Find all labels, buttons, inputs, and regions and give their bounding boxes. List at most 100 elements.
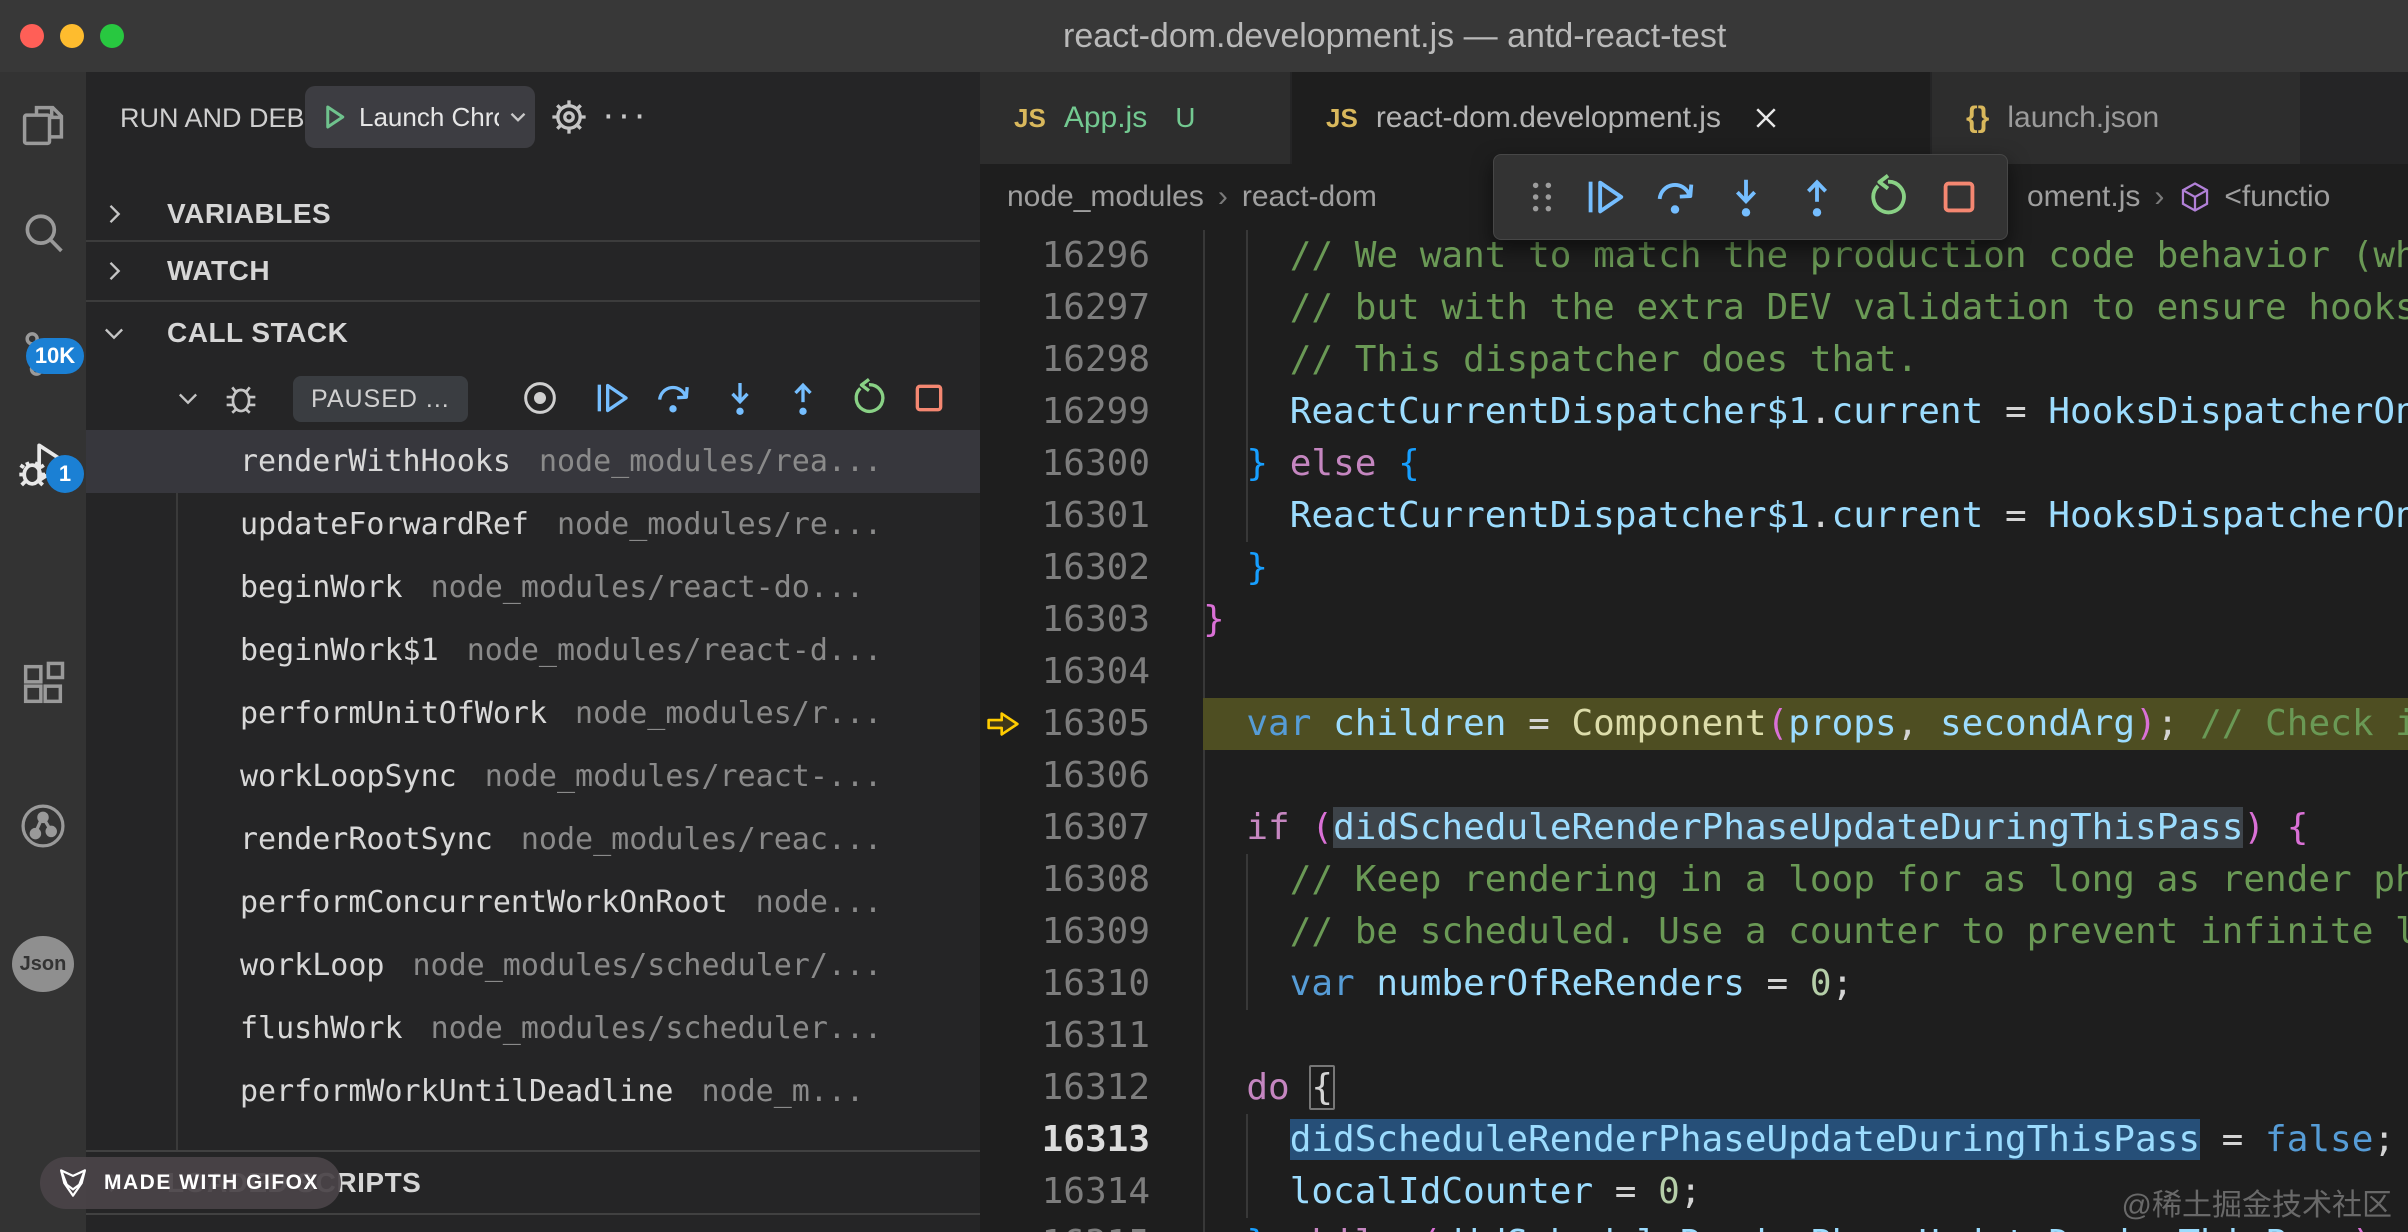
debug-toolbar: [1493, 154, 2008, 240]
code-line[interactable]: 16301ReactCurrentDispatcher$1.current = …: [980, 490, 2408, 542]
code-token: }: [1246, 1223, 1268, 1232]
search-icon[interactable]: [17, 208, 69, 260]
breadcrumb-segment[interactable]: node_modules: [1007, 180, 1204, 214]
breadcrumb-segment[interactable]: react-dom: [1242, 180, 1377, 214]
restart-icon[interactable]: [849, 378, 889, 418]
record-circle-icon[interactable]: [520, 378, 560, 418]
continue-icon[interactable]: [1581, 174, 1627, 220]
code-line[interactable]: 16298// This dispatcher does that.: [980, 334, 2408, 386]
step-into-icon[interactable]: [1723, 174, 1769, 220]
code-line[interactable]: 16309// be scheduled. Use a counter to p…: [980, 906, 2408, 958]
stack-frame[interactable]: updateForwardRefnode_modules/re...: [86, 493, 980, 556]
frame-file-path: node_modules/r...: [575, 696, 882, 731]
stack-frame[interactable]: renderRootSyncnode_modules/reac...: [86, 808, 980, 871]
git-graph-icon[interactable]: [17, 800, 69, 852]
maximize-window-button[interactable]: [100, 24, 124, 48]
code-token: ;: [1680, 1171, 1702, 1212]
stack-frame[interactable]: beginWork$1node_modules/react-d...: [86, 619, 980, 682]
code-line-text: } else {: [1203, 438, 2408, 490]
tab-app-js[interactable]: JS App.js U: [980, 72, 1290, 164]
continue-icon[interactable]: [591, 378, 631, 418]
code-token: }: [1246, 547, 1268, 588]
section-variables[interactable]: VARIABLES: [86, 188, 980, 242]
code-token: // This dispatcher does that.: [1290, 339, 1919, 380]
frame-function-name: flushWork: [240, 1011, 403, 1046]
code-token: [1355, 963, 1377, 1004]
stack-frame[interactable]: performUnitOfWorknode_modules/r...: [86, 682, 980, 745]
tab-label: launch.json: [2007, 101, 2159, 135]
code-line[interactable]: 16306: [980, 750, 2408, 802]
code-token: var: [1246, 703, 1311, 744]
restart-icon[interactable]: [1865, 174, 1911, 220]
code-token: ;: [2157, 703, 2200, 744]
json-tools-icon[interactable]: Json: [12, 936, 74, 992]
run-debug-sidebar: RUN AND DEBUG Launch Chro ··· VARIABLES: [86, 72, 980, 1232]
step-out-icon[interactable]: [1794, 174, 1840, 220]
bug-icon: [220, 376, 262, 418]
chevron-down-icon[interactable]: [505, 104, 531, 130]
section-breakpoints[interactable]: BREAKPOINTS: [86, 1213, 980, 1232]
code-line[interactable]: 16297// but with the extra DEV validatio…: [980, 282, 2408, 334]
code-token: ): [2135, 703, 2157, 744]
more-actions-icon[interactable]: ···: [602, 72, 649, 164]
line-number: 16307: [980, 802, 1150, 854]
launch-config-button[interactable]: Launch Chro: [305, 86, 535, 148]
stack-frame[interactable]: performWorkUntilDeadlinenode_m...: [86, 1060, 980, 1123]
explorer-icon[interactable]: [17, 100, 69, 152]
code-token: secondArg: [1940, 703, 2135, 744]
tab-react-dom-development-js[interactable]: JS react-dom.development.js: [1292, 72, 1930, 164]
code-line[interactable]: 16304: [980, 646, 2408, 698]
close-icon[interactable]: [1751, 103, 1781, 133]
code-line[interactable]: 16302}: [980, 542, 2408, 594]
section-call-stack[interactable]: CALL STACK: [86, 302, 980, 364]
chevron-right-icon: [100, 200, 128, 228]
section-watch[interactable]: WATCH: [86, 242, 980, 302]
step-over-icon[interactable]: [653, 378, 693, 418]
breadcrumb-segment[interactable]: oment.js: [2027, 180, 2140, 214]
code-line[interactable]: 16299ReactCurrentDispatcher$1.current = …: [980, 386, 2408, 438]
code-line[interactable]: 16300 } else {: [980, 438, 2408, 490]
stack-frame[interactable]: performConcurrentWorkOnRootnode...: [86, 871, 980, 934]
code-token: ,: [1897, 703, 1940, 744]
code-line[interactable]: 16313didScheduleRenderPhaseUpdateDuringT…: [980, 1114, 2408, 1166]
breadcrumb-separator: ›: [2154, 180, 2164, 214]
stop-icon[interactable]: [1936, 174, 1982, 220]
code-token: Component: [1571, 703, 1766, 744]
close-window-button[interactable]: [20, 24, 44, 48]
code-line[interactable]: 16305var children = Component(props, sec…: [980, 698, 2408, 750]
stack-frame[interactable]: flushWorknode_modules/scheduler...: [86, 997, 980, 1060]
extensions-icon[interactable]: [17, 658, 69, 710]
stack-frame[interactable]: renderWithHooksnode_modules/rea...: [86, 430, 980, 493]
breadcrumb-segment[interactable]: <functio: [2224, 180, 2330, 214]
step-into-icon[interactable]: [720, 378, 760, 418]
stack-frame[interactable]: workLoopnode_modules/scheduler/...: [86, 934, 980, 997]
frame-file-path: node_modules/react-...: [485, 759, 882, 794]
code-line[interactable]: 16311: [980, 1010, 2408, 1062]
stack-frame[interactable]: workLoopSyncnode_modules/react-...: [86, 745, 980, 808]
code-line[interactable]: 16308// Keep rendering in a loop for as …: [980, 854, 2408, 906]
stack-frame[interactable]: beginWorknode_modules/react-do...: [86, 556, 980, 619]
code-line[interactable]: 16303}: [980, 594, 2408, 646]
code-token: numberOfReRenders: [1376, 963, 1744, 1004]
line-number: 16300: [980, 438, 1150, 490]
step-over-icon[interactable]: [1652, 174, 1698, 220]
git-untracked-marker: U: [1175, 102, 1195, 134]
start-debug-icon[interactable]: [319, 102, 349, 132]
code-line[interactable]: 16312do {: [980, 1062, 2408, 1114]
code-line[interactable]: 16307 if (didScheduleRenderPhaseUpdateDur…: [980, 802, 2408, 854]
tab-launch-json[interactable]: {} launch.json: [1932, 72, 2300, 164]
code-line[interactable]: 16310var numberOfReRenders = 0;: [980, 958, 2408, 1010]
gear-icon[interactable]: [548, 96, 590, 138]
toolbar-drag-handle[interactable]: [1528, 179, 1556, 215]
frame-file-path: node_modules/react-do...: [431, 570, 864, 605]
code-token: (: [1420, 1223, 1442, 1232]
chevron-down-icon: [100, 319, 128, 347]
frame-file-path: node_modules/reac...: [521, 822, 882, 857]
minimize-window-button[interactable]: [60, 24, 84, 48]
stop-icon[interactable]: [909, 378, 949, 418]
code-line-text: if (didScheduleRenderPhaseUpdateDuringTh…: [1203, 802, 2408, 854]
code-line-text: // This dispatcher does that.: [1203, 334, 2408, 386]
line-number: 16299: [980, 386, 1150, 438]
session-chevron-down-icon[interactable]: [174, 384, 202, 412]
step-out-icon[interactable]: [783, 378, 823, 418]
